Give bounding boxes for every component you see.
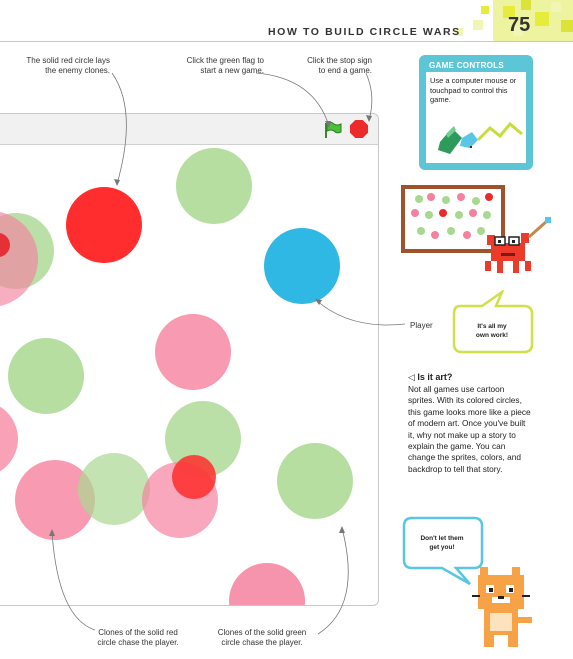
annotation-red-circle: The solid red circle lays the enemy clon…	[26, 56, 110, 75]
page-header-title: HOW TO BUILD CIRCLE WARS	[268, 26, 461, 38]
green-clone-circle	[8, 338, 84, 414]
sidebar-heading-text: Is it art?	[417, 372, 453, 382]
annotation-player: Player	[410, 321, 433, 330]
header-divider	[0, 41, 573, 42]
stage-canvas	[0, 148, 353, 605]
annotation-green-clones: Clones of the solid green circle chase t…	[217, 628, 307, 647]
cat-icon	[472, 567, 532, 647]
game-controls-text: Use a computer mouse or touchpad to cont…	[430, 76, 517, 104]
game-stage-window	[0, 113, 379, 606]
page-number: 75	[508, 14, 531, 36]
red-clone-circle	[0, 406, 18, 472]
annotation-green-flag: Click the green flag to start a new game…	[186, 56, 264, 75]
annotation-stop-sign: Click the stop sign to end a game.	[307, 56, 372, 75]
crab-painting-illustration	[401, 185, 551, 273]
green-clone-circle	[176, 148, 252, 224]
speech-bubble-text: It's all my own work!	[475, 323, 509, 339]
stage-toolbar	[0, 114, 378, 145]
speech-bubble-text: Don't let them get you!	[420, 535, 464, 551]
red-clone-circle	[229, 563, 305, 605]
left-pointing-triangle-icon: ◁	[408, 372, 418, 382]
green-flag-icon	[325, 121, 342, 138]
enemy-red-circle	[172, 455, 216, 499]
enemy-red-circle	[66, 187, 142, 263]
green-clone-circle	[277, 443, 353, 519]
sidebar-body: Not all games use cartoon sprites. With …	[408, 384, 531, 474]
hand-on-mouse-icon	[438, 121, 523, 154]
stop-sign-icon	[350, 120, 368, 138]
game-controls-title: GAME CONTROLS	[429, 61, 505, 70]
red-clone-circle	[155, 314, 231, 390]
sidebar-heading: ◁ Is it art?	[408, 372, 452, 383]
annotation-red-clones: Clones of the solid red circle chase the…	[97, 628, 179, 647]
player-circle	[264, 228, 340, 304]
stop-sign-button[interactable]	[350, 120, 368, 138]
green-clone-circle	[78, 453, 150, 525]
game-controls-panel: GAME CONTROLS Use a computer mouse or to…	[419, 55, 533, 170]
game-controls-content: Use a computer mouse or touchpad to cont…	[426, 72, 526, 163]
green-flag-button[interactable]	[323, 121, 343, 139]
